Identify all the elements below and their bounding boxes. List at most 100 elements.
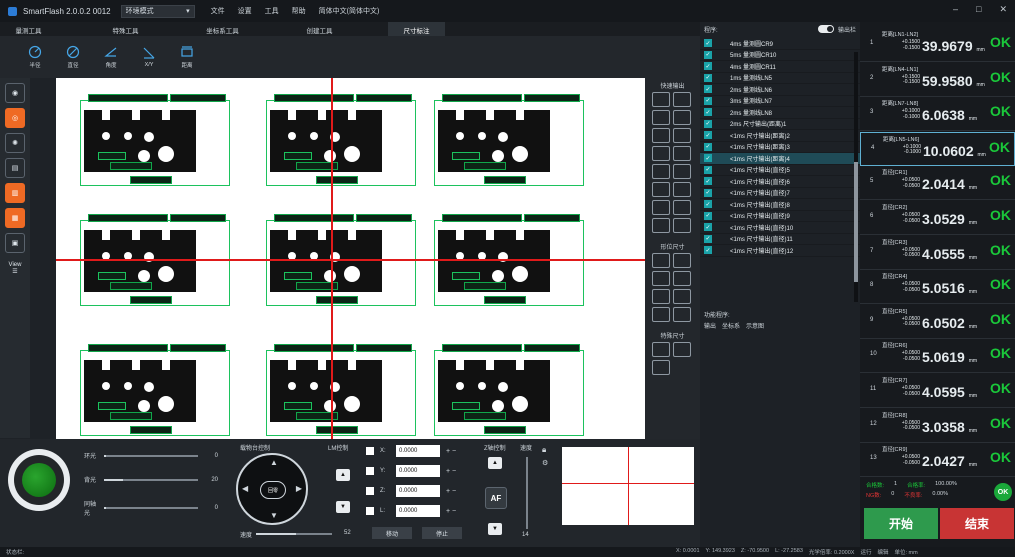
quick-tool-button[interactable]	[652, 182, 670, 197]
quick-tool-button[interactable]	[652, 110, 670, 125]
quick-tool-button[interactable]	[673, 110, 691, 125]
z-up-button[interactable]: ▲	[488, 457, 502, 469]
menu-language[interactable]: 简体中文(简体中文)	[319, 6, 380, 16]
end-button[interactable]: 结束	[940, 508, 1014, 539]
program-step[interactable]: ✓ 4ms 量测圆CR9	[700, 38, 860, 50]
measurement-row[interactable]: 13 直径[CR9] +0.0500 -0.0500 2.0427 mm OK	[860, 443, 1015, 478]
quick-tool-button[interactable]	[673, 164, 691, 179]
record-button[interactable]: ▥	[5, 183, 25, 203]
quick-tool-button[interactable]	[652, 218, 670, 233]
program-step[interactable]: ✓ 1ms 量测线LN5	[700, 73, 860, 84]
measurement-row[interactable]: 12 直径[CR8] +0.0500 -0.0500 3.0358 mm OK	[860, 409, 1015, 443]
camera-viewer[interactable]	[56, 78, 645, 439]
stop-button[interactable]: 停止	[422, 527, 462, 539]
tab-coordinate[interactable]: 坐标系	[722, 321, 740, 330]
quick-tool-button[interactable]	[652, 128, 670, 143]
light-slider[interactable]	[104, 507, 198, 509]
tab-dimension[interactable]: 尺寸标注	[388, 22, 445, 36]
tab-create-tools[interactable]: 创建工具	[291, 22, 348, 36]
special-tool-button[interactable]	[652, 342, 670, 357]
arrow-down-icon[interactable]: ▼	[270, 511, 278, 520]
quick-tool-button[interactable]	[652, 200, 670, 215]
tab-measure-tools[interactable]: 量测工具	[0, 22, 57, 36]
program-step[interactable]: ✓ <1ms 尺寸输出(直径)10	[700, 222, 860, 234]
menu-settings[interactable]: 设置	[238, 6, 252, 16]
check-icon[interactable]: ✓	[704, 154, 712, 163]
plus-minus-icon[interactable]: + −	[446, 508, 456, 515]
program-step[interactable]: ✓ <1ms 尺寸输出(直径)8	[700, 199, 860, 211]
program-step[interactable]: ✓ 2ms 量测线LN8	[700, 107, 860, 119]
program-step[interactable]: ✓ 3ms 量测线LN7	[700, 96, 860, 107]
z-down-button[interactable]: ▼	[488, 523, 502, 535]
close-button[interactable]: ✕	[999, 4, 1007, 15]
lock-icon[interactable]: 🔒︎	[542, 445, 546, 455]
measurement-row[interactable]: 7 直径[CR3] +0.0500 -0.0500 4.0555 mm OK	[860, 236, 1015, 270]
coordinate-value[interactable]: 单位: mm	[894, 548, 917, 556]
quick-tool-button[interactable]	[673, 146, 691, 161]
check-icon[interactable]: ✓	[704, 165, 712, 174]
quick-tool-button[interactable]	[673, 92, 691, 107]
coordinate-value[interactable]: 编辑	[877, 548, 888, 556]
check-icon[interactable]: ✓	[704, 108, 712, 117]
special-tool-button[interactable]	[673, 342, 691, 357]
axis-checkbox[interactable]	[366, 467, 374, 475]
tab-special-tools[interactable]: 特殊工具	[97, 22, 154, 36]
program-step[interactable]: ✓ 2ms 尺寸输出(距离)1	[700, 119, 860, 130]
light-ring-button[interactable]: ◎	[5, 108, 25, 128]
mode-select[interactable]: 环境模式 ▾	[120, 4, 195, 18]
capture-button[interactable]: ▦	[5, 208, 25, 228]
program-step[interactable]: ✓ <1ms 尺寸输出(直径)7	[700, 188, 860, 199]
shape-tool-button[interactable]	[652, 271, 670, 286]
camera-button[interactable]: ▤	[5, 158, 25, 178]
menu-help[interactable]: 帮助	[292, 6, 306, 16]
axis-input[interactable]: 0.0000	[396, 445, 440, 457]
shape-tool-button[interactable]	[673, 307, 691, 322]
axis-input[interactable]: 0.0000	[396, 465, 440, 477]
menu-tools[interactable]: 工具	[265, 6, 279, 16]
tab-output[interactable]: 输出	[704, 321, 716, 330]
joystick[interactable]	[8, 449, 70, 511]
autofocus-button[interactable]: AF	[485, 487, 507, 509]
xy-tool[interactable]: X/Y	[136, 46, 162, 68]
check-icon[interactable]: ✓	[704, 119, 712, 128]
measurement-row[interactable]: 2 距离[LN4-LN1] +0.1500 -0.1500 59.9580 mm OK	[860, 63, 1015, 97]
arrow-left-icon[interactable]: ◀	[242, 484, 248, 493]
plus-minus-icon[interactable]: + −	[446, 488, 456, 495]
check-icon[interactable]: ✓	[704, 246, 712, 255]
lm-up-button[interactable]: ▲	[336, 469, 350, 481]
measurement-row[interactable]: 1 距离[LN1-LN2] +0.1500 -0.1500 39.9679 mm OK	[860, 28, 1015, 62]
measurement-row[interactable]: 5 直径[CR1] +0.0500 -0.0500 2.0414 mm OK	[860, 166, 1015, 201]
quick-tool-button[interactable]	[673, 200, 691, 215]
measurement-row[interactable]: 6 直径[CR2] +0.0500 -0.0500 3.0529 mm OK	[860, 201, 1015, 235]
link-icon[interactable]: ⚙	[542, 459, 548, 467]
frame-button[interactable]: ▣	[5, 233, 25, 253]
maximize-button[interactable]: □	[976, 4, 981, 15]
quick-tool-button[interactable]	[652, 146, 670, 161]
program-step[interactable]: ✓ <1ms 尺寸输出(直径)6	[700, 176, 860, 188]
coordinate-value[interactable]: 运行	[860, 548, 871, 556]
axis-input[interactable]: 0.0000	[396, 485, 440, 497]
quick-tool-button[interactable]	[652, 92, 670, 107]
check-icon[interactable]: ✓	[704, 62, 712, 71]
shape-tool-button[interactable]	[673, 271, 691, 286]
shape-tool-button[interactable]	[673, 289, 691, 304]
output-toggle[interactable]	[817, 25, 834, 33]
check-icon[interactable]: ✓	[704, 234, 712, 243]
light-slider[interactable]	[104, 454, 198, 457]
menu-file[interactable]: 文件	[211, 6, 225, 16]
check-icon[interactable]: ✓	[704, 188, 712, 197]
program-step[interactable]: ✓ 4ms 量测圆CR11	[700, 61, 860, 73]
check-icon[interactable]: ✓	[704, 131, 712, 140]
measurement-row[interactable]: 3 距离[LN7-LN8] +0.1000 -0.1000 6.0638 mm OK	[860, 97, 1015, 132]
distance-tool[interactable]: 距离	[174, 45, 200, 69]
check-icon[interactable]: ✓	[704, 142, 712, 151]
program-scrollbar[interactable]	[854, 52, 858, 302]
measurement-row[interactable]: 8 直径[CR4] +0.0500 -0.0500 5.0516 mm OK	[860, 270, 1015, 305]
light-slider[interactable]	[104, 478, 198, 481]
shape-tool-button[interactable]	[673, 253, 691, 268]
move-button[interactable]: 移动	[372, 527, 412, 539]
plus-minus-icon[interactable]: + −	[446, 468, 456, 475]
z-speed-slider[interactable]	[526, 457, 528, 529]
radius-tool[interactable]: 半径	[22, 45, 48, 69]
plus-minus-icon[interactable]: + −	[446, 448, 456, 455]
